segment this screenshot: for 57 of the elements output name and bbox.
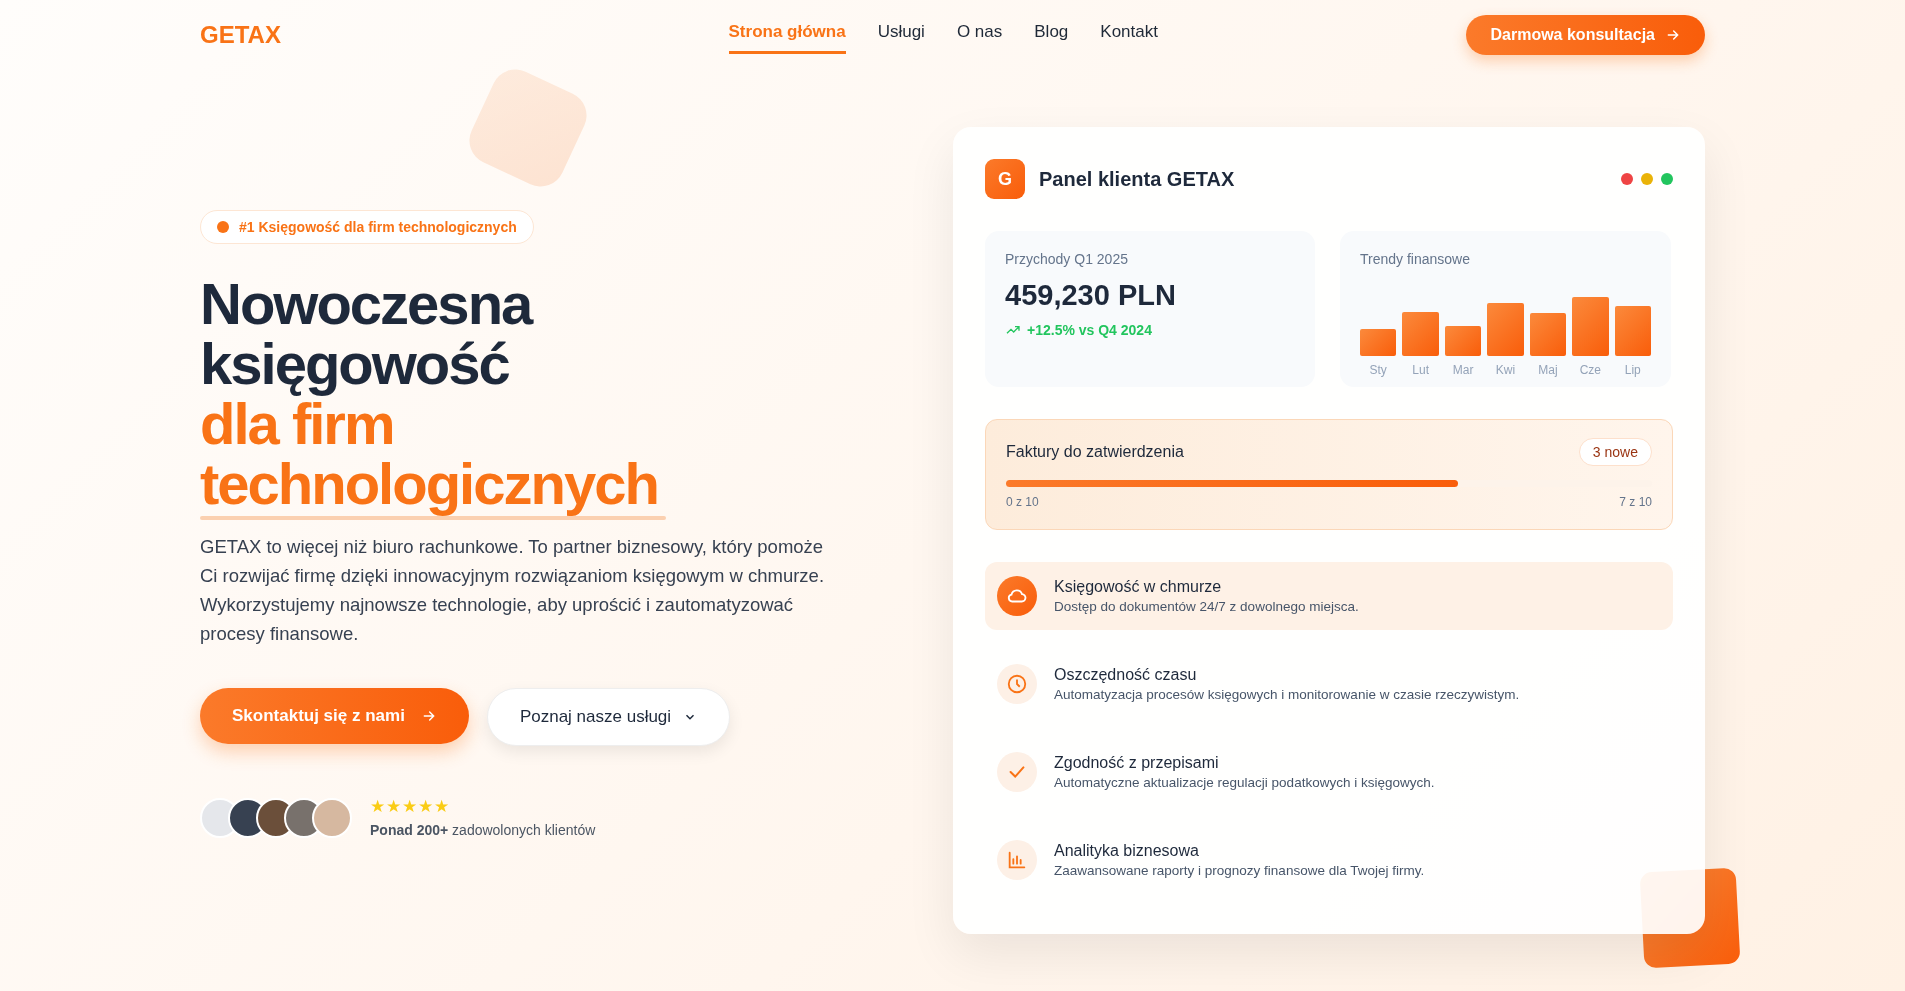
month-label: Cze <box>1578 363 1602 377</box>
revenue-label: Przychody Q1 2025 <box>1005 251 1129 267</box>
feature-item[interactable]: Zgodność z przepisami Automatyczne aktualizacje regulacji podatkowych i księgowych. <box>985 738 1673 806</box>
chart-bar <box>1360 329 1397 356</box>
star-icon: ★ <box>386 798 401 816</box>
month-label: Mar <box>1451 363 1475 377</box>
month-label: Lip <box>1623 363 1642 377</box>
clients-count-text: Ponad 200+ zadowolonych klientów <box>370 822 596 838</box>
star-icon: ★ <box>418 798 433 816</box>
nav-link[interactable]: Usługi <box>877 16 925 54</box>
chart-bar <box>1444 326 1482 356</box>
new-count-badge: 3 nowe <box>1578 438 1652 466</box>
arrow-right-icon <box>1665 27 1681 43</box>
month-label: Kwi <box>1494 363 1517 377</box>
star-icon: ★ <box>402 798 417 816</box>
feature-item[interactable]: Oszczędność czasu Automatyzacja procesów księgowych i monitorowanie w czasie rzeczywistym. <box>985 650 1673 718</box>
month-label: Sty <box>1368 363 1388 377</box>
nav-link[interactable]: O nas <box>956 16 1003 54</box>
revenue-value: 459,230 PLN <box>1005 279 1177 312</box>
chart-bar <box>1614 306 1651 356</box>
trends-label: Trendy finansowe <box>1360 251 1471 267</box>
clock-icon <box>1006 673 1028 695</box>
feature-item[interactable]: Księgowość w chmurze Dostęp do dokumentów 24/7 z dowolnego miejsca. <box>985 562 1673 630</box>
chart-bar <box>1529 313 1567 356</box>
month-label: Lut <box>1411 363 1430 377</box>
progress-end: 7 z 10 <box>1619 495 1652 509</box>
feature-title: Zgodność z przepisami <box>1054 754 1220 772</box>
bar-chart-icon <box>1006 849 1028 871</box>
feature-text: Automatyzacja procesów księgowych i monitorowanie w czasie rzeczywistym. <box>1054 687 1520 702</box>
avatar <box>312 798 352 838</box>
badge-dot-icon <box>217 221 229 233</box>
panel-logo: G <box>985 159 1025 199</box>
chart-bar <box>1572 297 1609 356</box>
services-button[interactable]: Poznaj nasze usługi <box>486 688 731 746</box>
feature-text: Dostęp do dokumentów 24/7 z dowolnego miejsca. <box>1054 599 1359 614</box>
star-icon: ★ <box>434 798 449 816</box>
panel-title: Panel klienta GETAX <box>1039 167 1235 191</box>
star-icon: ★ <box>370 798 385 816</box>
feature-title: Oszczędność czasu <box>1054 666 1198 684</box>
revenue-change: +12.5% vs Q4 2024 <box>1027 322 1152 338</box>
chart-bar <box>1402 312 1439 356</box>
feature-item[interactable]: Analityka biznesowa Zaawansowane raporty i prognozy finansowe dla Twojej firmy. <box>985 826 1673 894</box>
headline-line: technologicznych <box>200 454 659 514</box>
nav-link[interactable]: Kontakt <box>1100 16 1158 54</box>
feature-text: Zaawansowane raporty i prognozy finansowe dla Twojej firmy. <box>1054 863 1425 878</box>
nav-link[interactable]: Blog <box>1034 16 1069 54</box>
feature-title: Analityka biznesowa <box>1054 842 1200 860</box>
feature-text: Automatyczne aktualizacje regulacji podatkowych i księgowych. <box>1054 775 1435 790</box>
progress-start: 0 z 10 <box>1006 495 1039 509</box>
chart-bar <box>1487 303 1524 356</box>
headline-line: księgowość <box>200 334 510 394</box>
invoices-title: Faktury do zatwierdzenia <box>1006 443 1184 461</box>
month-label: Maj <box>1537 363 1559 377</box>
hero-description: GETAX to więcej niż biuro rachunkowe. To partner biznesowy, który pomoże Ci rozwijać firmę dzięki innowacyjnym rozwiązaniom księgowym w chmurze. Wykorzystujemy najnowsze technologie, aby uprościć i zautomatyzować procesy finansowe. <box>200 535 826 646</box>
headline-line: Nowoczesna <box>200 274 534 334</box>
badge-text: #1 Księgowość dla firm technologicznych <box>239 219 517 235</box>
feature-title: Księgowość w chmurze <box>1054 578 1223 596</box>
